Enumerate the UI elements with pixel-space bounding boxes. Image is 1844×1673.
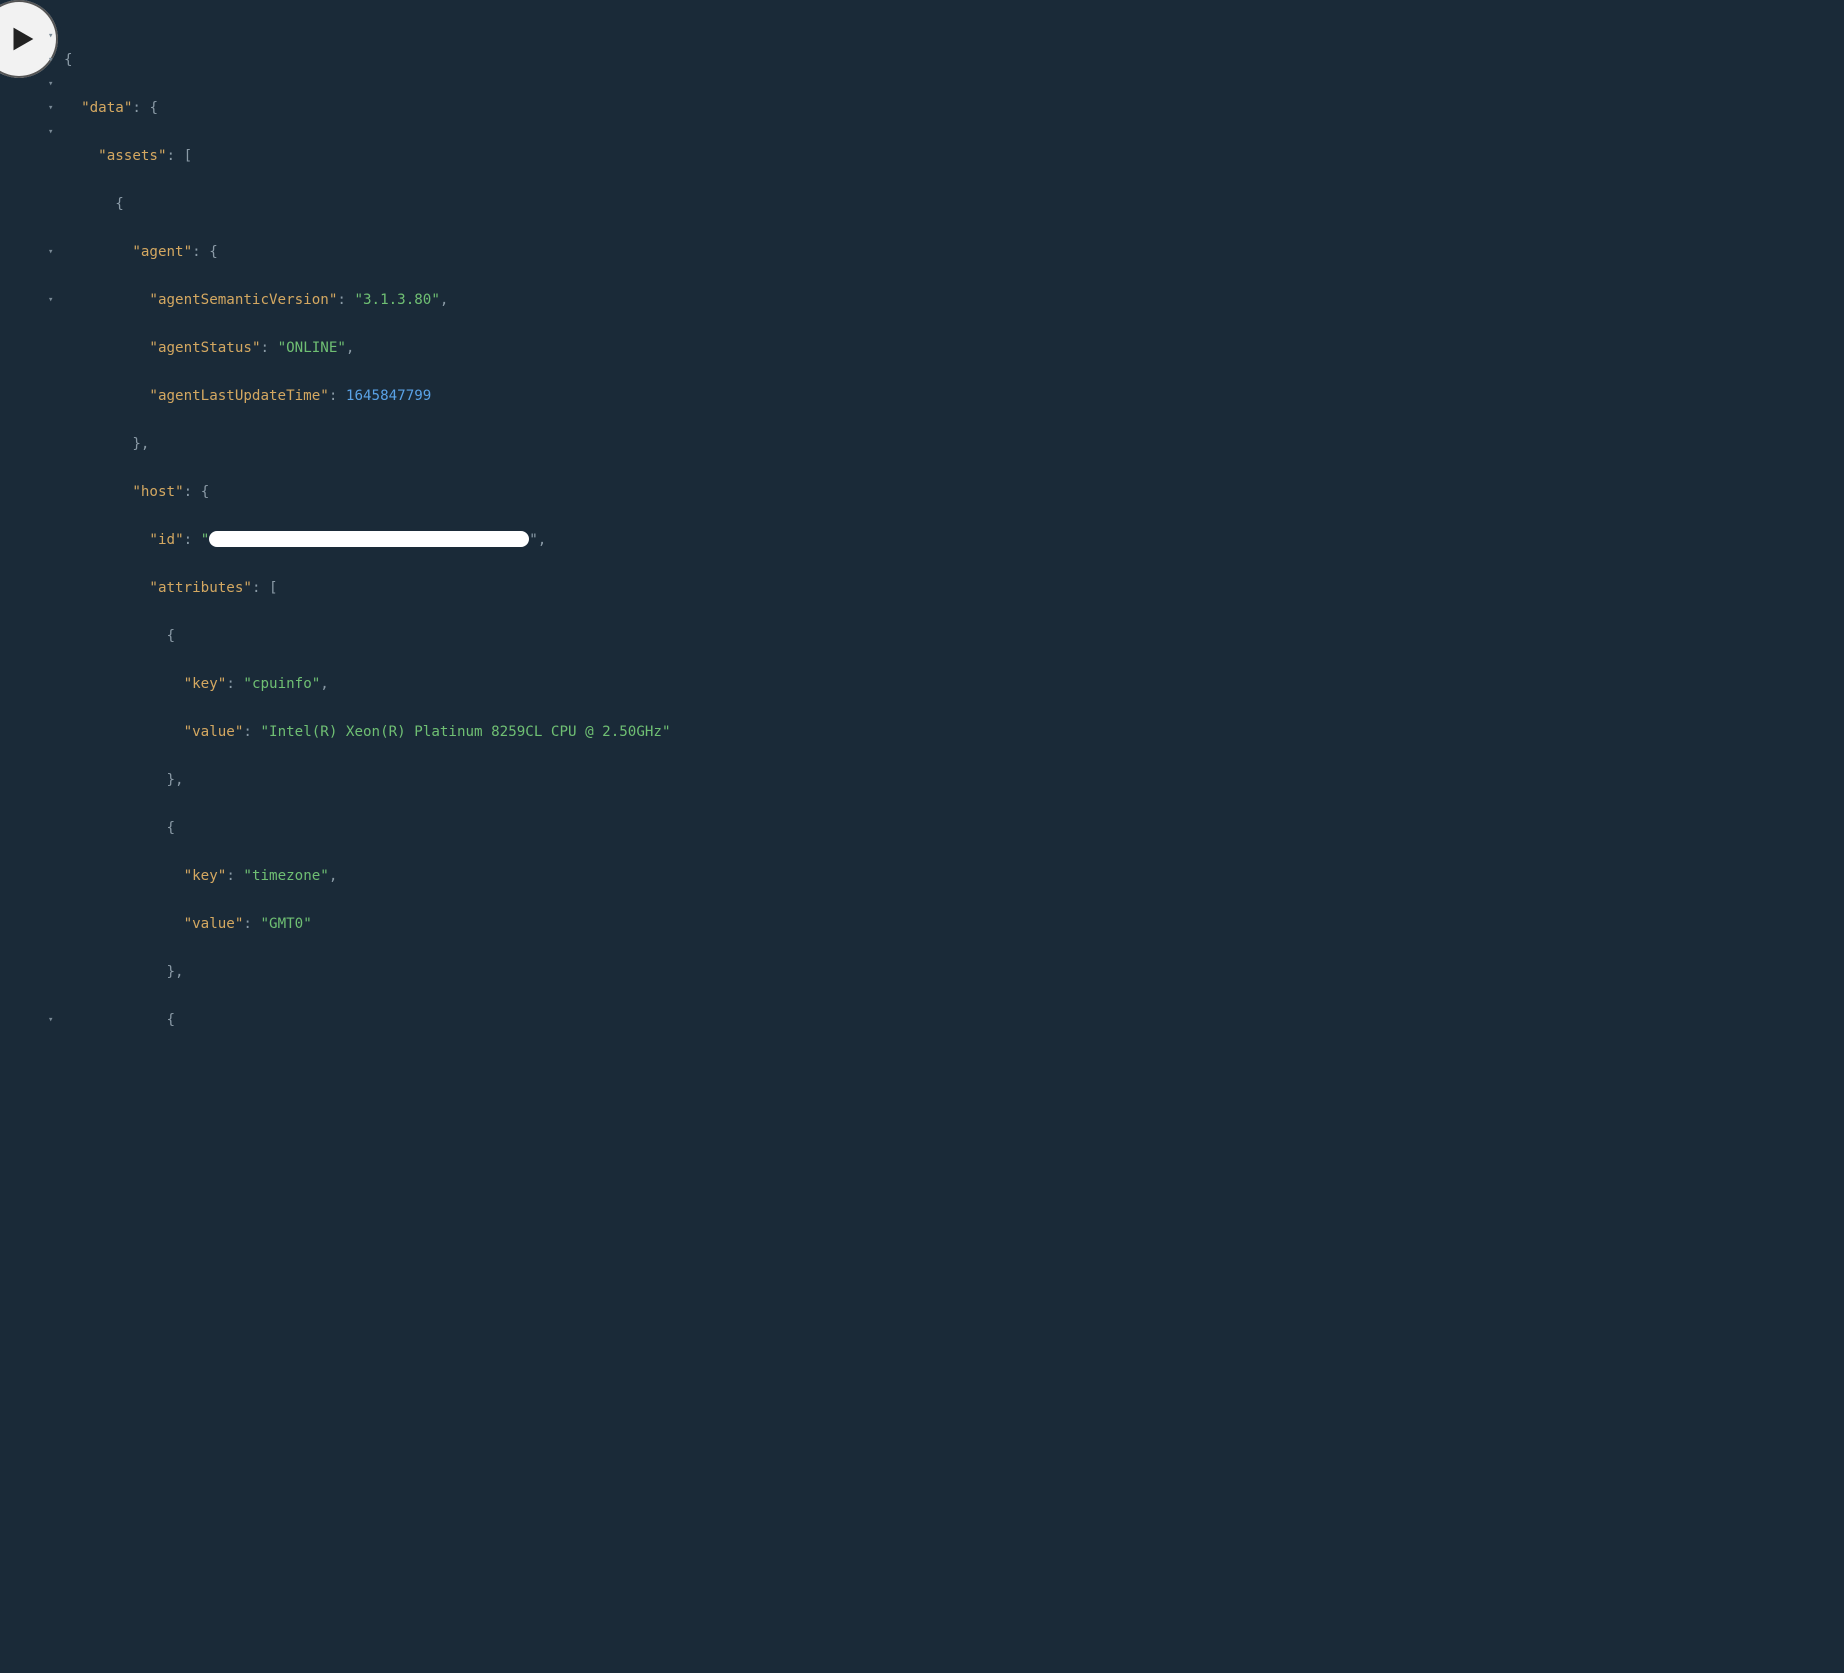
fold-toggle[interactable]: ▾ bbox=[48, 120, 53, 144]
play-icon bbox=[5, 22, 39, 56]
code-line: "value": "Intel(R) Xeon(R) Platinum 8259… bbox=[64, 720, 1122, 744]
json-string: "timezone" bbox=[243, 868, 328, 884]
code-line: }, bbox=[64, 768, 1122, 792]
fold-toggle[interactable]: ▾ bbox=[48, 1008, 53, 1032]
code-line: { bbox=[64, 1008, 1122, 1032]
redaction bbox=[209, 531, 529, 547]
json-key: "host" bbox=[132, 484, 183, 500]
code-line: "agent": { bbox=[64, 240, 1122, 264]
code-line: "assets": [ bbox=[64, 144, 1122, 168]
code-line: { bbox=[64, 624, 1122, 648]
fold-toggle[interactable]: ▾ bbox=[48, 240, 53, 264]
fold-toggle[interactable]: ▾ bbox=[48, 96, 53, 120]
code-line: "attributes": [ bbox=[64, 576, 1122, 600]
json-number: 1645847799 bbox=[346, 388, 431, 404]
json-key: "agent" bbox=[132, 244, 192, 260]
fold-toggle[interactable]: ▾ bbox=[48, 72, 53, 96]
code-line: "agentSemanticVersion": "3.1.3.80", bbox=[64, 288, 1122, 312]
json-string: "GMT0" bbox=[261, 916, 312, 932]
json-key: "id" bbox=[149, 532, 183, 548]
json-key: "attributes" bbox=[149, 580, 252, 596]
code-line: }, bbox=[64, 960, 1122, 984]
json-key: "agentStatus" bbox=[149, 340, 260, 356]
json-string: "cpuinfo" bbox=[243, 676, 320, 692]
code-line: { bbox=[64, 48, 1122, 72]
code-line: }, bbox=[64, 432, 1122, 456]
json-key: "assets" bbox=[98, 148, 166, 164]
fold-toggle[interactable]: ▾ bbox=[48, 288, 53, 312]
json-key: "agentSemanticVersion" bbox=[149, 292, 337, 308]
json-string: " bbox=[201, 532, 530, 548]
code-line: "data": { bbox=[64, 96, 1122, 120]
json-viewer: ▾ ▾ ▾ ▾ ▾ ▾ ▾ ▾ { "data": { "assets": [ … bbox=[0, 0, 1130, 1045]
json-key: "agentLastUpdateTime" bbox=[149, 388, 328, 404]
json-key: "key" bbox=[184, 868, 227, 884]
json-string: "ONLINE" bbox=[278, 340, 346, 356]
code-line: { bbox=[64, 816, 1122, 840]
brace-open: { bbox=[64, 52, 73, 68]
json-string: "3.1.3.80" bbox=[354, 292, 439, 308]
json-key: "value" bbox=[184, 724, 244, 740]
code-line: "agentLastUpdateTime": 1645847799 bbox=[64, 384, 1122, 408]
code-line: { bbox=[64, 192, 1122, 216]
code-line: "agentStatus": "ONLINE", bbox=[64, 336, 1122, 360]
json-key: "value" bbox=[184, 916, 244, 932]
code-line: "key": "timezone", bbox=[64, 864, 1122, 888]
json-key: "data" bbox=[81, 100, 132, 116]
json-string: "Intel(R) Xeon(R) Platinum 8259CL CPU @ … bbox=[261, 724, 671, 740]
code-block: { "data": { "assets": [ { "agent": { "ag… bbox=[64, 24, 1122, 1045]
fold-toggle[interactable]: ▾ bbox=[48, 24, 53, 48]
json-key: "key" bbox=[184, 676, 227, 692]
code-line: "id": "", bbox=[64, 528, 1122, 552]
code-line: "value": "GMT0" bbox=[64, 912, 1122, 936]
fold-toggle[interactable]: ▾ bbox=[48, 48, 53, 72]
code-line: "key": "cpuinfo", bbox=[64, 672, 1122, 696]
code-line: "host": { bbox=[64, 480, 1122, 504]
